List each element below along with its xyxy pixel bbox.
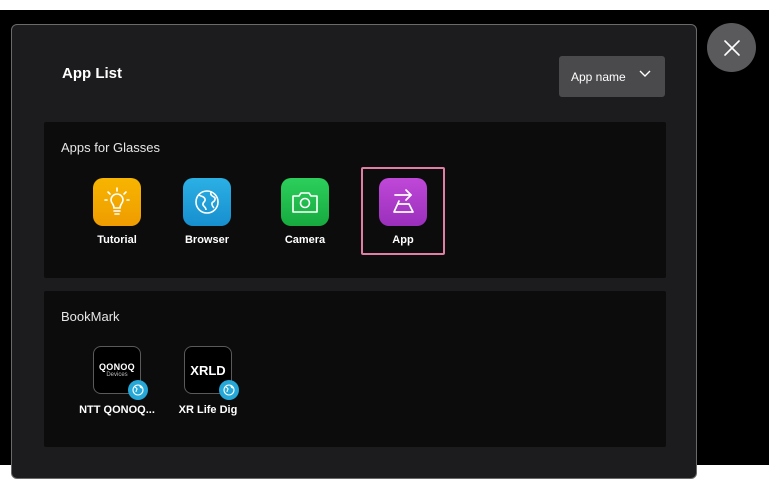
- qonoq-logo: QONOQ Devices: [93, 346, 148, 400]
- section-title: Apps for Glasses: [61, 140, 160, 155]
- bookmark-label: NTT QONOQ...: [79, 404, 155, 416]
- sort-dropdown[interactable]: App name: [559, 56, 665, 97]
- apps-for-glasses-section: Apps for Glasses Tutorial Browser Camera…: [44, 122, 666, 278]
- close-button[interactable]: [707, 23, 756, 72]
- xrld-logo: XRLD: [184, 346, 239, 400]
- lightbulb-icon: [93, 178, 141, 226]
- chevron-down-icon: [639, 70, 651, 77]
- app-label: Camera: [284, 234, 326, 246]
- bookmark-label: XR Life Dig: [178, 404, 238, 416]
- app-label: Browser: [184, 234, 230, 246]
- bookmark-xr-life-dig[interactable]: XRLD XR Life Dig: [158, 346, 258, 416]
- app-label: App: [392, 234, 414, 246]
- app-browser[interactable]: Browser: [167, 178, 247, 246]
- camera-icon: [281, 178, 329, 226]
- globe-icon: [183, 178, 231, 226]
- app-arrow-icon: [379, 178, 427, 226]
- app-app[interactable]: App: [363, 178, 443, 246]
- app-camera[interactable]: Camera: [265, 178, 345, 246]
- bookmark-ntt-qonoq[interactable]: QONOQ Devices NTT QONOQ...: [67, 346, 167, 416]
- bookmark-section: BookMark QONOQ Devices NTT QONOQ... XRLD…: [44, 291, 666, 447]
- app-label: Tutorial: [97, 234, 137, 246]
- app-list-dialog: App List App name Apps for Glasses Tutor…: [11, 24, 697, 479]
- globe-icon: [128, 380, 148, 400]
- close-icon: [723, 39, 740, 56]
- globe-icon: [219, 380, 239, 400]
- app-tutorial[interactable]: Tutorial: [77, 178, 157, 246]
- sort-dropdown-label: App name: [571, 69, 626, 84]
- dialog-title: App List: [62, 65, 122, 82]
- section-title: BookMark: [61, 309, 120, 324]
